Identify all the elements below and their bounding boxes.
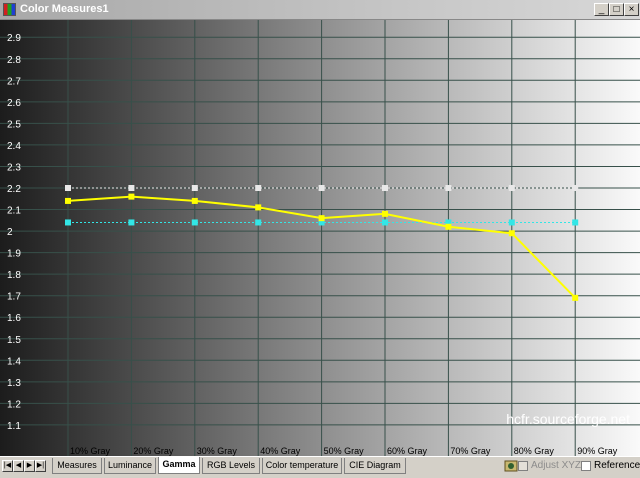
reference-label: Reference bbox=[594, 460, 640, 471]
y-tick-label: 1.8 bbox=[7, 270, 21, 281]
series-point bbox=[382, 219, 388, 226]
y-tick-label: 1.7 bbox=[7, 292, 21, 303]
tab-measures[interactable]: Measures bbox=[52, 458, 102, 474]
close-button[interactable]: × bbox=[624, 3, 639, 16]
series-point bbox=[191, 197, 198, 204]
app-icon bbox=[3, 3, 16, 16]
series-point bbox=[508, 219, 515, 226]
series-point bbox=[445, 223, 452, 230]
series-point bbox=[191, 219, 198, 226]
y-tick-label: 2.2 bbox=[7, 184, 21, 195]
minimize-button[interactable]: _ bbox=[594, 3, 609, 16]
next-tab-button[interactable]: ▶ bbox=[24, 460, 35, 472]
tab-color-temperature[interactable]: Color temperature bbox=[262, 458, 342, 474]
last-tab-button[interactable]: ▶| bbox=[35, 460, 46, 472]
series-point bbox=[318, 215, 325, 222]
y-tick-label: 1.4 bbox=[7, 356, 21, 367]
y-tick-label: 2.8 bbox=[7, 55, 21, 66]
series-point bbox=[382, 210, 388, 217]
watermark: hcfr.sourceforge.net bbox=[506, 411, 630, 427]
adjust-xyz-checkbox[interactable] bbox=[518, 461, 528, 471]
y-tick-label: 1.5 bbox=[7, 335, 21, 346]
series-point bbox=[572, 185, 579, 191]
series-point bbox=[508, 185, 515, 191]
series-point bbox=[572, 219, 579, 226]
series-point bbox=[65, 197, 71, 204]
adjust-xyz-label: Adjust XYZ bbox=[531, 460, 582, 471]
x-tick-label: 30% Gray bbox=[197, 446, 238, 456]
y-tick-label: 2.7 bbox=[7, 76, 21, 87]
y-tick-label: 2.1 bbox=[7, 206, 21, 217]
tab-luminance[interactable]: Luminance bbox=[104, 458, 156, 474]
series-point bbox=[65, 219, 71, 226]
y-tick-label: 2.5 bbox=[7, 119, 21, 130]
y-tick-label: 1.6 bbox=[7, 313, 21, 324]
series-point bbox=[65, 185, 71, 191]
y-tick-label: 2 bbox=[7, 227, 13, 238]
series-point bbox=[508, 230, 515, 237]
tab-cie-diagram[interactable]: CIE Diagram bbox=[344, 458, 406, 474]
adjust-xyz-icon bbox=[504, 459, 518, 473]
x-tick-label: 90% Gray bbox=[577, 446, 618, 456]
series-point bbox=[128, 193, 135, 200]
x-tick-label: 80% Gray bbox=[514, 446, 555, 456]
series-point bbox=[128, 185, 135, 191]
x-tick-label: 10% Gray bbox=[70, 446, 111, 456]
tab-rgb-levels[interactable]: RGB Levels bbox=[202, 458, 260, 474]
y-tick-label: 1.9 bbox=[7, 249, 21, 260]
tab-gamma[interactable]: Gamma bbox=[158, 457, 200, 474]
x-tick-label: 50% Gray bbox=[324, 446, 365, 456]
series-point bbox=[128, 219, 135, 226]
x-tick-label: 40% Gray bbox=[260, 446, 301, 456]
gamma-chart: 2.9 2.8 2.7 2.6 2.5 2.4 2.3 2.2 2.1 2 1.9 1.8 1.7 1.6… bbox=[0, 20, 640, 456]
series-point bbox=[572, 294, 579, 301]
maximize-button[interactable]: □ bbox=[609, 3, 624, 16]
prev-tab-button[interactable]: ◀ bbox=[13, 460, 24, 472]
y-tick-label: 2.9 bbox=[7, 33, 21, 44]
y-tick-label: 1.1 bbox=[7, 421, 21, 432]
series-point bbox=[445, 185, 452, 191]
tab-bar: |◀ ◀ ▶ ▶| Measures Luminance Gamma RGB L… bbox=[0, 456, 640, 476]
y-tick-label: 2.3 bbox=[7, 162, 21, 173]
x-tick-label: 20% Gray bbox=[133, 446, 174, 456]
y-tick-label: 2.6 bbox=[7, 98, 21, 109]
reference-checkbox[interactable] bbox=[581, 461, 591, 471]
first-tab-button[interactable]: |◀ bbox=[2, 460, 13, 472]
series-point bbox=[191, 185, 198, 191]
x-tick-label: 60% Gray bbox=[387, 446, 428, 456]
series-point bbox=[255, 204, 262, 211]
series-point bbox=[255, 185, 262, 191]
series-point bbox=[318, 185, 325, 191]
series-point bbox=[382, 185, 388, 191]
series-point bbox=[255, 219, 262, 226]
title-bar: Color Measures1 _ □ × bbox=[0, 0, 640, 20]
y-tick-label: 1.2 bbox=[7, 399, 21, 410]
y-tick-label: 1.3 bbox=[7, 378, 21, 389]
chart-background bbox=[0, 20, 640, 456]
y-tick-label: 2.4 bbox=[7, 141, 21, 152]
window-title: Color Measures1 bbox=[20, 3, 109, 15]
x-tick-label: 70% Gray bbox=[450, 446, 491, 456]
